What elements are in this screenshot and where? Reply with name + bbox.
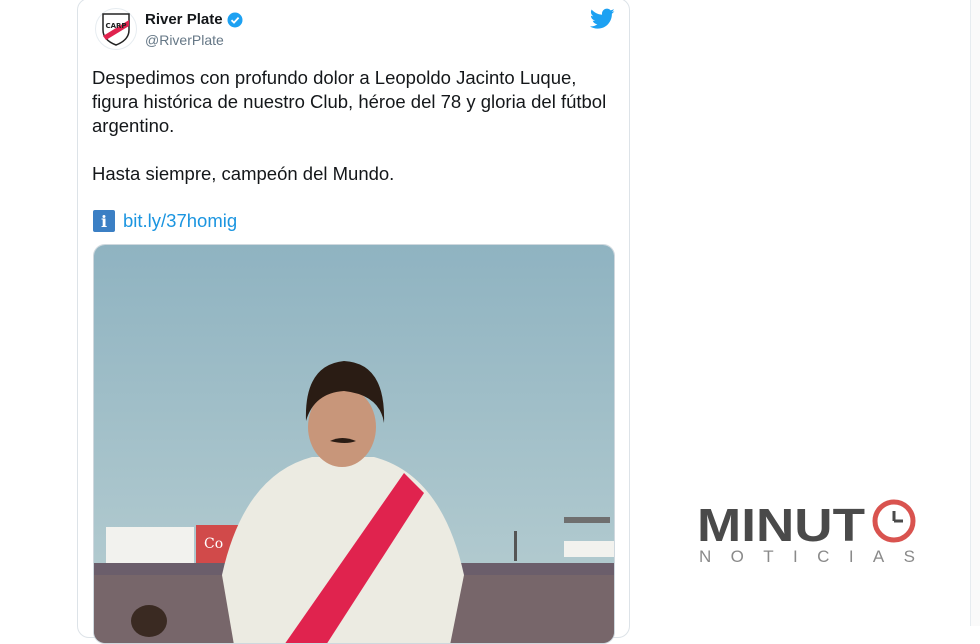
tweet-paragraph: Hasta siempre, campeón del Mundo. <box>92 163 395 184</box>
info-icon: i <box>93 210 115 232</box>
billboard <box>564 541 614 557</box>
page-edge <box>970 0 980 626</box>
tweet-paragraph: Despedimos con profundo dolor a Leopoldo… <box>92 67 607 136</box>
svg-text:CARP: CARP <box>105 22 126 30</box>
link-row[interactable]: i bit.ly/37homig <box>93 210 237 232</box>
svg-text:Co: Co <box>204 536 223 552</box>
display-name-text: River Plate <box>145 11 223 28</box>
twitter-bird-icon[interactable] <box>590 8 615 30</box>
light-pole <box>514 531 517 561</box>
tweet-photo[interactable]: Co <box>93 244 615 644</box>
brand-word: MINUT <box>697 499 865 551</box>
handle[interactable]: @RiverPlate <box>145 32 224 48</box>
display-name[interactable]: River Plate <box>145 11 243 28</box>
light-tower <box>564 517 610 523</box>
tweet-text: Despedimos con profundo dolor a Leopoldo… <box>92 66 617 186</box>
tweet-link[interactable]: bit.ly/37homig <box>123 210 237 232</box>
clock-icon <box>872 499 916 543</box>
bystander-head <box>131 605 167 637</box>
river-plate-crest-icon: CARP <box>102 13 130 46</box>
billboard <box>106 527 194 569</box>
verified-badge-icon <box>227 12 243 27</box>
avatar[interactable]: CARP <box>95 8 137 50</box>
brand-logo: MINUT NOTICIAS <box>697 499 916 566</box>
